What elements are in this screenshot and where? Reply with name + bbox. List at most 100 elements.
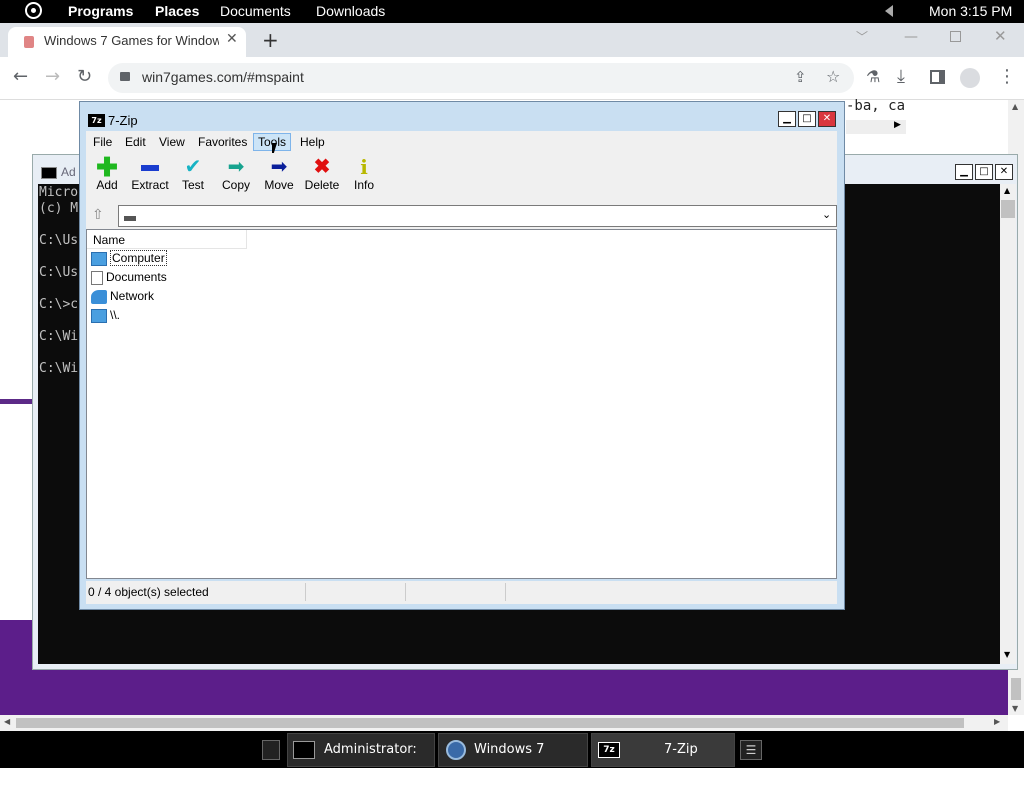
browser-tab[interactable]: Windows 7 Games for Windows ✕	[8, 27, 246, 57]
task-cmd[interactable]: Administrator: Co...	[287, 733, 435, 789]
column-header-name[interactable]: Name	[87, 230, 247, 249]
tab-search-icon[interactable]: ﹀	[856, 28, 868, 45]
tab-close-icon[interactable]: ✕	[226, 31, 238, 47]
side-panel-icon[interactable]	[930, 70, 945, 84]
documents-launcher[interactable]: Documents	[220, 3, 291, 19]
check-icon: ✔	[184, 156, 202, 178]
url-text[interactable]: win7games.com/#mspaint	[142, 69, 304, 85]
cmd-maximize-button[interactable]: □	[975, 164, 993, 180]
share-icon[interactable]: ⇪	[794, 68, 807, 86]
activities-icon[interactable]	[25, 2, 42, 19]
7zip-path-combobox[interactable]: ⌄	[118, 205, 837, 227]
browser-icon	[446, 740, 466, 760]
add-button[interactable]: ✚ Add	[85, 154, 129, 192]
programs-menu[interactable]: Programs	[68, 3, 133, 19]
menu-favorites[interactable]: Favorites	[198, 135, 247, 149]
move-button[interactable]: ➡ Move	[257, 156, 301, 192]
delete-button[interactable]: ✖ Delete	[300, 156, 344, 192]
menu-file[interactable]: File	[93, 135, 112, 149]
list-item[interactable]: Documents	[91, 268, 167, 286]
7zip-menubar: File Edit View Favorites Tools Help	[86, 131, 837, 153]
clock[interactable]: Mon 3:15 PM	[929, 3, 1012, 19]
list-item[interactable]: Network	[91, 287, 154, 305]
task-label: Windows 7 Games...	[474, 742, 545, 789]
show-desktop-icon[interactable]	[262, 740, 280, 760]
item-name: Computer	[110, 250, 167, 266]
downloads-launcher[interactable]: Downloads	[316, 3, 385, 19]
window-list-menu-icon[interactable]: ☰	[740, 740, 762, 760]
menu-help[interactable]: Help	[300, 135, 325, 149]
menu-view[interactable]: View	[159, 135, 185, 149]
item-name: Documents	[106, 270, 167, 284]
close-browser-icon[interactable]: ✕	[994, 27, 1007, 45]
test-button[interactable]: ✔ Test	[171, 156, 215, 192]
cmd-scrollbar[interactable]: ▲ ▼	[1000, 184, 1016, 664]
restore-browser-icon[interactable]	[950, 31, 961, 42]
scroll-left-icon[interactable]: ◀	[4, 717, 10, 726]
task-browser[interactable]: Windows 7 Games...	[438, 733, 588, 789]
drive-icon	[124, 216, 136, 221]
status-divider	[305, 583, 306, 601]
bookmark-star-icon[interactable]: ☆	[826, 67, 840, 86]
list-item[interactable]: \\.	[91, 306, 120, 324]
scroll-right-icon[interactable]: ▶	[894, 120, 901, 130]
extensions-icon[interactable]: ⚗	[866, 68, 880, 86]
info-label: Info	[353, 178, 374, 192]
browser-menu-icon[interactable]: ⋮	[998, 68, 1016, 86]
profile-avatar-icon[interactable]	[960, 68, 980, 88]
chevron-down-icon[interactable]: ⌄	[822, 208, 831, 221]
7zip-toolbar: ✚ Add Extract ✔ Test ➡ Copy ➡ Move ✖ Delete i…	[86, 153, 837, 203]
volume-icon[interactable]	[885, 5, 893, 17]
scroll-up-icon[interactable]: ▲	[1004, 186, 1010, 195]
page-horizontal-scrollbar[interactable]: ◀ ▶	[0, 715, 1008, 731]
delete-label: Delete	[304, 178, 340, 192]
document-icon	[91, 270, 103, 285]
item-name: \\.	[110, 308, 121, 322]
test-label: Test	[181, 178, 204, 192]
lock-icon	[120, 72, 130, 81]
page-scroll-area: ▶	[846, 120, 906, 134]
delete-x-icon: ✖	[313, 156, 331, 178]
scroll-thumb[interactable]	[1011, 678, 1021, 700]
network-icon	[91, 289, 107, 304]
list-item[interactable]: Computer	[91, 249, 167, 267]
scroll-up-icon[interactable]: ▲	[1012, 102, 1018, 111]
h-scroll-thumb[interactable]	[16, 718, 964, 728]
cmd-icon	[293, 741, 315, 759]
scroll-right-icon[interactable]: ▶	[994, 717, 1000, 726]
copy-label: Copy	[221, 178, 250, 192]
status-divider	[405, 583, 406, 601]
back-icon[interactable]: ←	[13, 68, 28, 86]
scroll-down-icon[interactable]: ▼	[1012, 704, 1018, 713]
top-panel: Programs Places Documents Downloads Mon …	[0, 0, 1024, 23]
status-divider	[505, 583, 506, 601]
info-icon: i	[360, 155, 368, 179]
7zip-maximize-button[interactable]: □	[798, 111, 816, 127]
reload-icon[interactable]: ↻	[77, 68, 92, 86]
tab-title: Windows 7 Games for Windows	[44, 33, 219, 48]
add-label: Add	[96, 178, 118, 192]
cmd-close-button[interactable]: ✕	[995, 164, 1013, 180]
new-tab-icon[interactable]: +	[262, 28, 279, 52]
forward-icon[interactable]: →	[45, 68, 60, 86]
task-label: Administrator: Co...	[324, 742, 417, 789]
move-arrow-icon: ➡	[270, 156, 288, 178]
task-7zip[interactable]: 7z 7-Zip	[591, 733, 735, 767]
minimize-browser-icon[interactable]: —	[904, 29, 918, 45]
places-menu[interactable]: Places	[155, 3, 199, 19]
7zip-close-button[interactable]: ✕	[818, 111, 836, 127]
7zip-file-list[interactable]: Name	[86, 229, 837, 579]
menu-edit[interactable]: Edit	[125, 135, 146, 149]
computer-icon	[91, 251, 107, 266]
page-text-fragment: -ba, ca	[846, 98, 906, 114]
cmd-minimize-button[interactable]: ▁	[955, 164, 973, 180]
copy-button[interactable]: ➡ Copy	[214, 156, 258, 192]
download-icon[interactable]: ⤓	[897, 68, 905, 86]
address-bar[interactable]: win7games.com/#mspaint ⇪ ☆	[108, 63, 854, 93]
7zip-minimize-button[interactable]: ▁	[778, 111, 796, 127]
info-button[interactable]: i Info	[342, 156, 386, 192]
scroll-thumb[interactable]	[1001, 200, 1015, 218]
scroll-down-icon[interactable]: ▼	[1004, 650, 1010, 659]
folder-up-icon[interactable]: ⇧	[92, 207, 104, 223]
extract-button[interactable]: Extract	[128, 156, 172, 192]
